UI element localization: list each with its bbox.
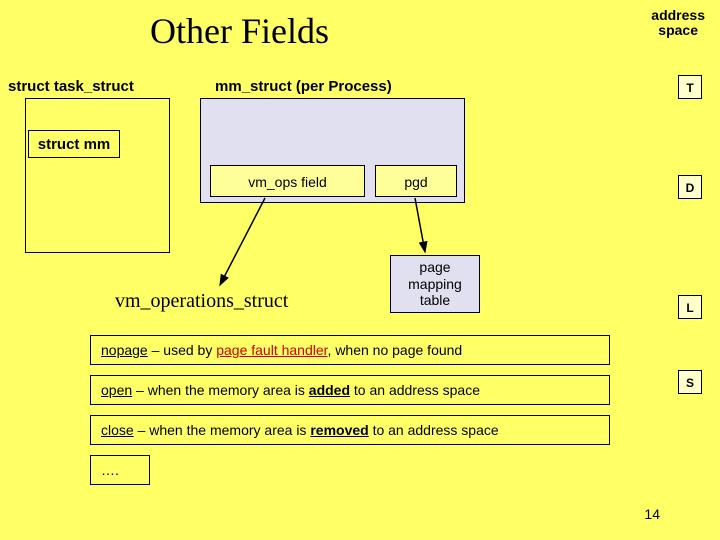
desc-close: close – when the memory area is removed … [90, 415, 610, 445]
keyword-close: close [101, 422, 134, 438]
emph-removed: removed [310, 422, 368, 438]
desc-nopage: nopage – used by page fault handler, whe… [90, 335, 610, 365]
slide-title: Other Fields [150, 10, 329, 52]
desc-open: open – when the memory area is added to … [90, 375, 610, 405]
task-struct-label: struct task_struct [8, 78, 134, 95]
emph-added: added [309, 382, 350, 398]
vm-ops-field-box: vm_ops field [210, 165, 365, 197]
sidebar-l-box: L [678, 295, 702, 319]
vm-operations-struct-label: vm_operations_struct [115, 290, 288, 313]
sidebar-s-box: S [678, 370, 702, 394]
task-struct-box [25, 98, 170, 253]
keyword-open: open [101, 382, 132, 398]
emph-handler: page fault handler [216, 342, 327, 358]
page-mapping-table-box: page mapping table [390, 255, 480, 313]
pgd-box: pgd [375, 165, 457, 197]
page-number: 14 [644, 506, 660, 522]
desc-more: …. [90, 455, 150, 485]
address-space-label: address space [651, 8, 705, 39]
struct-mm-box: struct mm [28, 130, 120, 158]
sidebar-d-box: D [678, 175, 702, 199]
mm-struct-label: mm_struct (per Process) [215, 78, 392, 95]
sidebar-t-box: T [678, 75, 702, 99]
keyword-nopage: nopage [101, 342, 148, 358]
